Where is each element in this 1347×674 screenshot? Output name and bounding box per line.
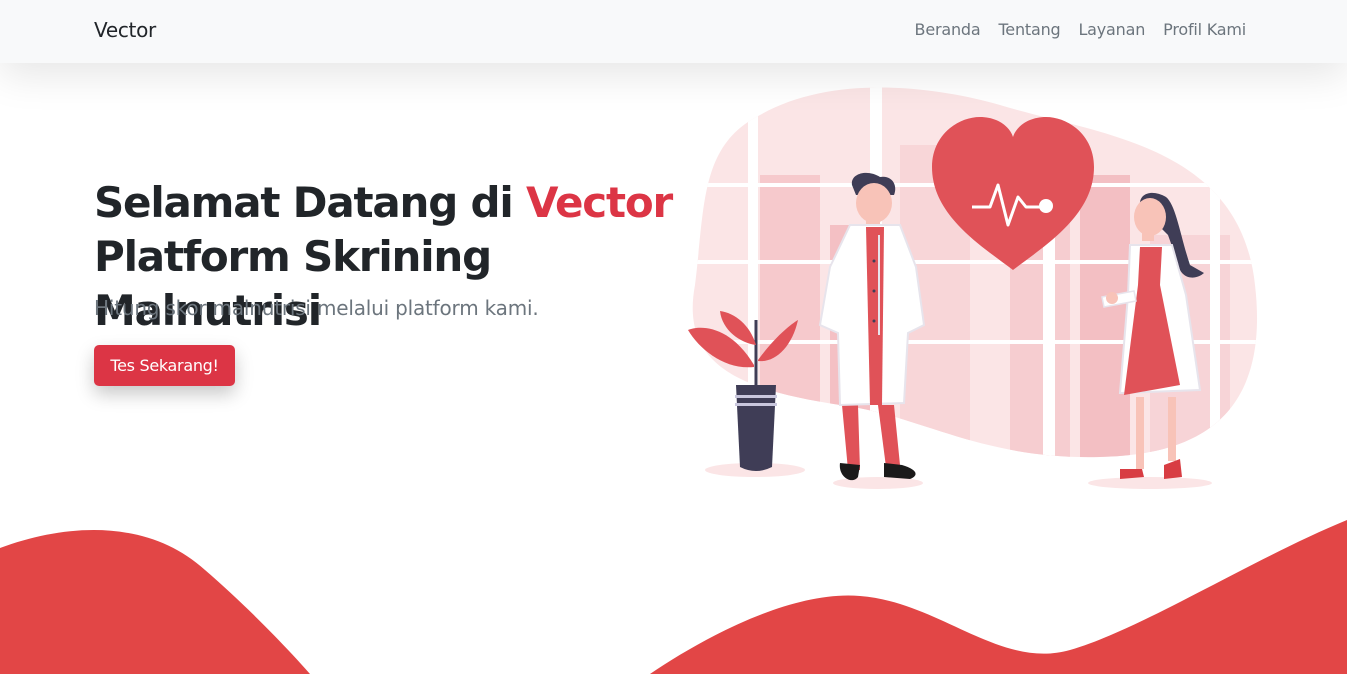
- brand-logo[interactable]: Vector: [94, 18, 156, 42]
- tes-sekarang-button[interactable]: Tes Sekarang!: [94, 345, 235, 386]
- nav-link-tentang[interactable]: Tentang: [998, 20, 1060, 39]
- nav-links: Beranda Tentang Layanan Profil Kami: [915, 20, 1247, 39]
- hero-title-accent: Vector: [525, 178, 673, 227]
- hero-title-part1: Selamat Datang di: [94, 178, 526, 227]
- nav-link-layanan[interactable]: Layanan: [1078, 20, 1145, 39]
- navbar: Vector Beranda Tentang Layanan Profil Ka…: [0, 0, 1347, 63]
- nav-link-beranda[interactable]: Beranda: [915, 20, 981, 39]
- bottom-wave: [0, 520, 1347, 674]
- hero-subtitle: Hitung skor malnutrisi melalui platform …: [94, 296, 539, 320]
- hero-illustration: [688, 87, 1258, 489]
- nav-link-profil-kami[interactable]: Profil Kami: [1163, 20, 1246, 39]
